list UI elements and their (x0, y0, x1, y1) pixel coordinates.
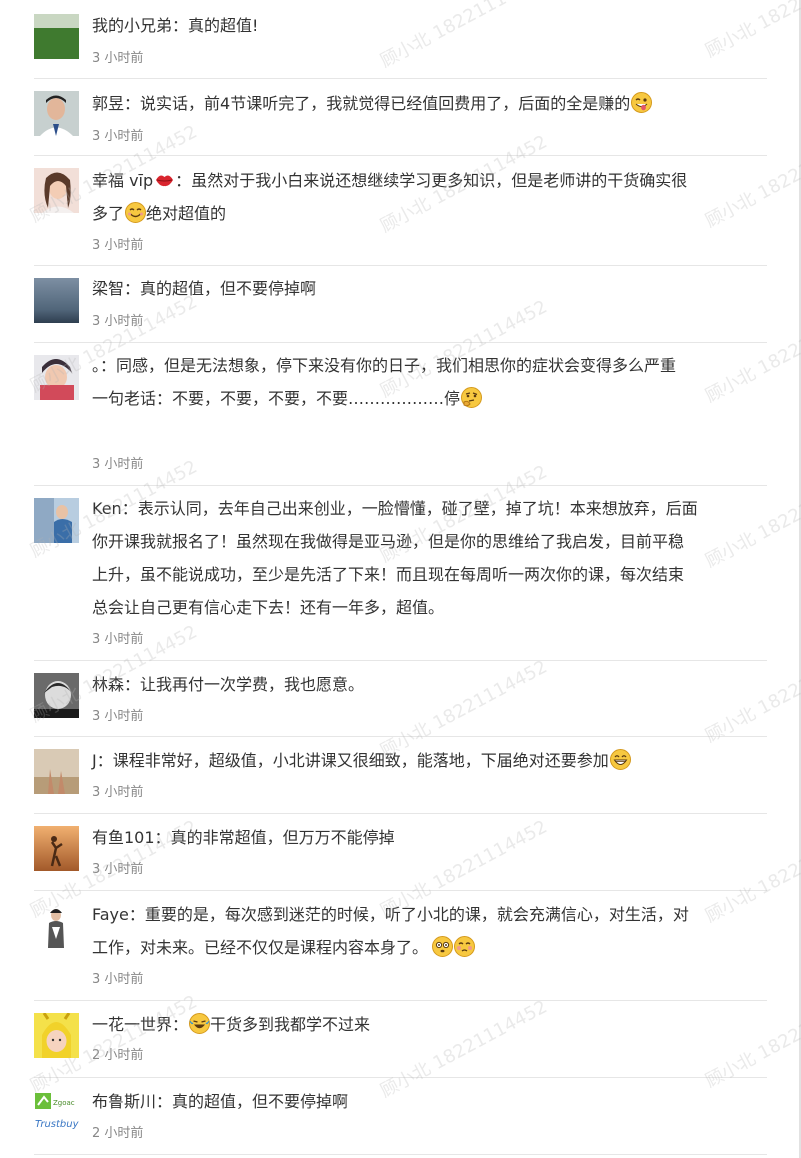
avatar-brand-text: Zgoac (53, 1099, 75, 1107)
comment-author[interactable]: 布鲁斯川 (92, 1092, 156, 1111)
separator (34, 660, 767, 661)
comment-text: 干货多到我都学不过来 (210, 1015, 371, 1034)
comment-time: 3 小时前 (92, 457, 144, 472)
separator (34, 1000, 767, 1001)
separator (34, 155, 767, 156)
comment-time: 3 小时前 (92, 862, 144, 877)
comment-text: 真的超值，但不要停掉啊 (172, 1092, 349, 1111)
avatar[interactable] (34, 903, 79, 948)
separator (34, 1154, 767, 1155)
comment-text: 真的超值! (188, 16, 259, 35)
avatar[interactable] (34, 1013, 79, 1058)
comment-author[interactable]: 郭昱 (92, 94, 124, 113)
avatar[interactable] (34, 91, 79, 136)
comment-text: 表示认同，去年自己出来创业，一脸懵懂，碰了壁，掉了坑！本来想放弃，后面 (137, 499, 698, 518)
separator (34, 265, 767, 266)
comment-time: 3 小时前 (92, 238, 144, 253)
wink-tongue-emoji-icon (631, 92, 653, 113)
comment-time: 2 小时前 (92, 1126, 144, 1141)
separator (34, 485, 767, 486)
separator (34, 342, 767, 343)
comment-author[interactable]: 梁智 (92, 279, 124, 298)
avatar[interactable]: Zgoac Trustbuy (34, 1090, 79, 1135)
comment-time: 3 小时前 (92, 129, 144, 144)
comment-text: 真的非常超值，但万万不能停掉 (170, 828, 395, 847)
comment-author[interactable]: 林森 (92, 675, 124, 694)
comment-text: 工作，对未来。已经不仅仅是课程内容本身了。 (92, 938, 429, 957)
separator (34, 813, 767, 814)
grin-emoji-icon (609, 749, 631, 770)
comment-author[interactable]: Faye (92, 905, 129, 924)
comment-text: 虽然对于我小白来说还想继续学习更多知识，但是老师讲的干货确实很 (191, 171, 688, 190)
comment-text: 你开课我就报名了！虽然现在我做得是亚马逊，但是你的思维给了我启发，目前平稳 (92, 532, 685, 551)
comment-text: 多了 (92, 204, 125, 223)
separator (34, 1077, 767, 1078)
comment-time: 3 小时前 (92, 51, 144, 66)
comment-text: 课程非常好，超级值，小北讲课又很细致，能落地，下届绝对还要参加 (112, 751, 609, 770)
lips-emoji-icon (154, 169, 175, 190)
comment-text: 真的超值，但不要停掉啊 (140, 279, 317, 298)
thinking-emoji-icon (461, 387, 483, 408)
comment-time: 3 小时前 (92, 709, 144, 724)
separator (34, 78, 767, 79)
comment-text: 让我再付一次学费，我也愿意。 (140, 675, 365, 694)
comment-time: 3 小时前 (92, 314, 144, 329)
comment-author[interactable]: 有鱼101 (92, 828, 155, 847)
separator (34, 736, 767, 737)
comment-author[interactable]: 我的小兄弟 (92, 16, 172, 35)
avatar[interactable] (34, 14, 79, 59)
comment-author[interactable]: 一花一世界 (92, 1015, 172, 1034)
avatar[interactable] (34, 826, 79, 871)
comment-text: 一句老话：不要，不要，不要，不要………………停 (92, 389, 461, 408)
comment-time: 3 小时前 (92, 785, 144, 800)
comment-text: 上升，虽不能说成功，至少是先活了下来！而且现在每周听一两次你的课，每次结束 (92, 565, 685, 584)
comment-author[interactable]: Ken (92, 499, 122, 518)
separator (34, 890, 767, 891)
avatar-brand-text: Trustbuy (35, 1119, 79, 1130)
flushed-blush-emoji-icon (454, 936, 476, 957)
comment-time: 2 小时前 (92, 1048, 144, 1063)
comment-text: 同感，但是无法想象，停下来没有你的日子，我们相思你的症状会变得多么严重 (116, 356, 677, 375)
comment-text: 总会让自己更有信心走下去！还有一年多，超值。 (92, 598, 445, 617)
laugh-cry-emoji-icon (189, 1013, 211, 1034)
comment-author[interactable]: 。 (92, 356, 100, 375)
avatar[interactable] (34, 278, 79, 323)
comment-time: 3 小时前 (92, 972, 144, 987)
smile-emoji-icon (125, 202, 147, 223)
comment-text: 绝对超值的 (146, 204, 227, 223)
comment-author[interactable]: 幸福 vīp (92, 171, 153, 190)
comment-text: 重要的是，每次感到迷茫的时候，听了小北的课，就会充满信心，对生活，对 (144, 905, 689, 924)
avatar[interactable] (34, 498, 79, 543)
avatar[interactable] (34, 673, 79, 718)
avatar[interactable] (34, 749, 79, 794)
comment-text: 说实话，前4节课听完了，我就觉得已经值回费用了，后面的全是赚的 (140, 94, 631, 113)
comment-time: 3 小时前 (92, 632, 144, 647)
flushed-emoji-icon (432, 936, 454, 957)
avatar[interactable] (34, 168, 79, 213)
avatar[interactable] (34, 355, 79, 400)
